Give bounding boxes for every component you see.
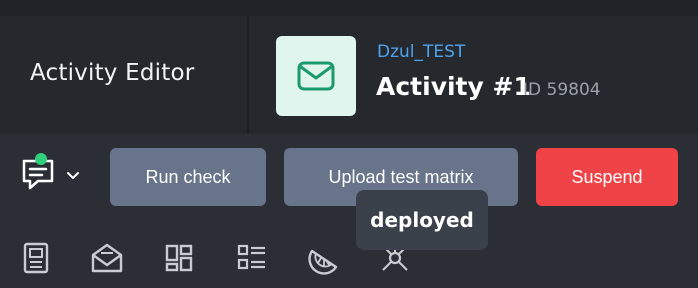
chevron-down-icon <box>66 166 80 185</box>
mail-open-icon[interactable] <box>89 240 125 276</box>
run-check-button[interactable]: Run check <box>110 148 266 206</box>
document-icon[interactable] <box>18 240 54 276</box>
header: Activity Editor Dzul_TEST Activity #1 ID… <box>0 16 698 134</box>
activity-id: ID 59804 <box>523 80 601 100</box>
status-tooltip: deployed <box>356 190 488 250</box>
app-title: Activity Editor <box>30 60 195 86</box>
project-link[interactable]: Dzul_TEST <box>377 42 465 62</box>
toolbar: Run check Upload test matrix Suspend <box>0 134 698 220</box>
tab-icon-bar <box>0 220 698 288</box>
suspend-button[interactable]: Suspend <box>536 148 678 206</box>
notification-dot <box>35 153 47 165</box>
top-strip <box>0 0 698 16</box>
envelope-icon <box>276 36 356 116</box>
header-divider <box>247 16 249 134</box>
dashboard-icon[interactable] <box>161 240 197 276</box>
list-icon[interactable] <box>234 240 270 276</box>
chat-menu-button[interactable] <box>18 154 90 196</box>
activity-name: Activity #1 <box>376 72 531 101</box>
citrus-icon[interactable] <box>306 240 342 276</box>
